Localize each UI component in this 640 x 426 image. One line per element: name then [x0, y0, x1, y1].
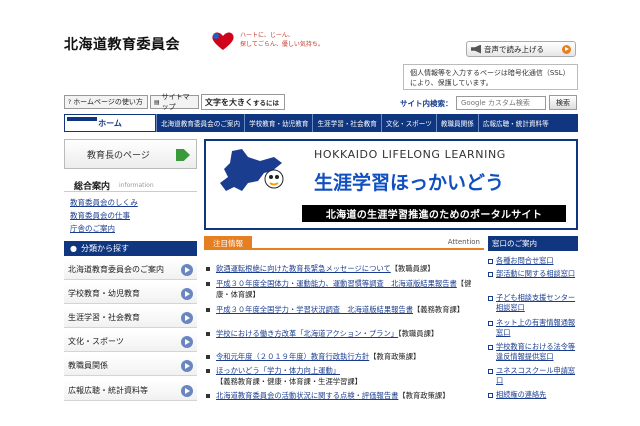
banner-subtitle: 北海道の生涯学習推進のためのポータルサイト: [302, 205, 566, 222]
list-item: ほっかいどう「学力・体力向上運動」【義務教育課・健康・体育課・生涯学習課】: [206, 366, 482, 387]
list-item: 学校における働き方改革「北海道アクション・プラン」【教職員課】: [206, 329, 482, 340]
howto-link[interactable]: ? ホームページの使い方: [64, 95, 148, 109]
search-icon: ●: [70, 244, 77, 253]
nav-item-culture[interactable]: 文化・スポーツ: [380, 114, 436, 132]
hokkaido-map-icon: [220, 149, 284, 191]
arrow-button-icon: [181, 264, 193, 276]
arrow-button-icon: [181, 312, 193, 324]
question-icon: ?: [68, 98, 72, 106]
list-item: 北海道教育委員会の活動状況に関する点検・評価報告書【教育政策課】: [206, 391, 482, 402]
nav-item-pr[interactable]: 広報広聴・統計資料等: [477, 114, 553, 132]
chief-page-link[interactable]: 教育長のページ: [64, 139, 197, 169]
search-input[interactable]: [456, 96, 546, 110]
contact-link[interactable]: ネット上の有害情報通報窓口: [488, 318, 578, 338]
contact-link[interactable]: 子ども相談支援センター相談窓口: [488, 293, 578, 313]
main-nav: ホーム 北海道教育委員会のご案内 学校教育・幼児教育 生涯学習・社会教育 文化・…: [64, 114, 578, 132]
heart-logo-icon: [212, 32, 234, 50]
arrow-right-icon: [176, 149, 190, 161]
site-title[interactable]: 北海道教育委員会: [64, 34, 180, 54]
arrow-button-icon: [181, 385, 193, 397]
category-header: ● 分類から探す: [64, 241, 197, 256]
general-info-header: 総合案内 information: [64, 176, 197, 192]
play-icon: [562, 44, 571, 54]
search-label: サイト内検索：: [400, 99, 453, 108]
search-button[interactable]: 検索: [549, 95, 577, 110]
category-item[interactable]: 文化・スポーツ: [64, 331, 197, 352]
general-link[interactable]: 庁舎のご案内: [70, 223, 115, 234]
sitemap-link[interactable]: ▤ サイトマップ: [150, 93, 199, 111]
contact-link[interactable]: ユネスコスクール申請窓口: [488, 366, 578, 386]
nav-item-staff[interactable]: 教職員関係: [435, 114, 478, 132]
general-link[interactable]: 教育委員会のしくみ: [70, 197, 138, 208]
contact-link[interactable]: 部活動に関する相談窓口: [488, 269, 578, 279]
arrow-button-icon: [181, 288, 193, 300]
arrow-button-icon: [181, 360, 193, 372]
list-item: 平成３０年度全国学力・学習状況調査 北海道版結果報告書【義務教育課】: [206, 305, 482, 316]
read-aloud-button[interactable]: 音声で読み上げる: [466, 41, 576, 57]
speaker-icon: [471, 44, 481, 54]
nav-item-guide[interactable]: 北海道教育委員会のご案内: [156, 114, 244, 132]
bigtext-link[interactable]: 文字を大きく するには: [201, 94, 285, 110]
nav-item-lifelong[interactable]: 生涯学習・社会教育: [312, 114, 380, 132]
tagline: ハートに、じーん、 探してごらん、優しい気持ち。: [240, 32, 324, 48]
contact-link[interactable]: 学校教育における法令等違反情報提供窓口: [488, 342, 578, 362]
arrow-button-icon: [181, 336, 193, 348]
contact-header: 窓口のご案内: [488, 236, 578, 251]
ssl-notice: 個人情報等を入力するページは暗号化通信（SSL）により、保護しています。: [403, 64, 578, 90]
nav-home[interactable]: ホーム: [64, 114, 156, 132]
category-item[interactable]: 生涯学習・社会教育: [64, 307, 197, 328]
sitemap-icon: ▤: [154, 98, 160, 106]
general-link[interactable]: 教育委員会の仕事: [70, 210, 130, 221]
list-item: 令和元年度（２０１９年度）教育行政執行方針【教育政策課】: [206, 352, 482, 363]
list-item: 平成３０年度全国体力・運動能力、運動習慣等調査 北海道版結果報告書【健康・体育課…: [206, 279, 482, 300]
category-item[interactable]: 学校教育・幼児教育: [64, 283, 197, 304]
lifelong-learning-banner[interactable]: HOKKAIDO LIFELONG LEARNING 生涯学習ほっかいどう 北海…: [204, 139, 578, 230]
category-item[interactable]: 広報広聴・統計資料等: [64, 380, 197, 401]
category-item[interactable]: 教職員関係: [64, 355, 197, 376]
notices-header: 注目情報 Attention: [204, 235, 484, 250]
banner-en: HOKKAIDO LIFELONG LEARNING: [314, 148, 506, 161]
category-item[interactable]: 北海道教育委員会のご案内: [64, 259, 197, 280]
contact-link[interactable]: 相続権の連絡先: [488, 390, 578, 400]
contact-link[interactable]: 各種お問合せ窓口: [488, 256, 578, 266]
banner-jp: 生涯学習ほっかいどう: [314, 172, 505, 194]
list-item: 飲酒運転根絶に向けた教育長緊急メッセージについて【教職員課】: [206, 264, 482, 275]
nav-item-school[interactable]: 学校教育・幼児教育: [244, 114, 312, 132]
